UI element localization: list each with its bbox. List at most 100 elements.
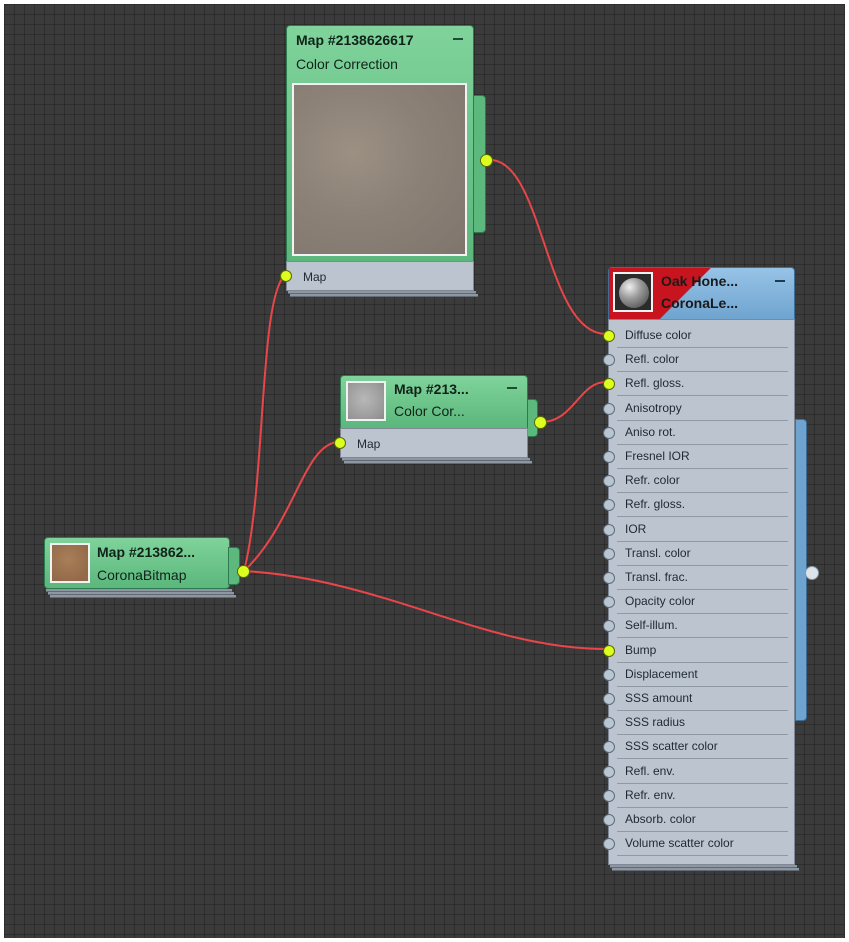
wire-bitmap-to-cc-mid bbox=[243, 441, 339, 572]
node-header[interactable]: Map #213... Color Cor... bbox=[340, 375, 528, 428]
slot-label: Self-illum. bbox=[625, 618, 678, 633]
slot-label: Volume scatter color bbox=[625, 836, 734, 851]
sphere-icon bbox=[613, 272, 653, 312]
output-socket[interactable] bbox=[534, 416, 547, 429]
material-slot-row[interactable]: Self-illum. bbox=[603, 614, 794, 639]
node-subtitle: CoronaBitmap bbox=[97, 567, 187, 583]
output-socket[interactable] bbox=[237, 565, 250, 578]
slot-divider bbox=[617, 855, 788, 857]
material-slot-row[interactable]: Diffuse color bbox=[603, 324, 794, 348]
material-slot-row[interactable]: Transl. frac. bbox=[603, 566, 794, 590]
material-slot-row[interactable]: Refr. gloss. bbox=[603, 493, 794, 518]
slot-input-socket[interactable] bbox=[603, 402, 615, 415]
slot-label: Absorb. color bbox=[625, 812, 696, 826]
wire-bitmap-to-cc-top bbox=[243, 275, 285, 572]
material-slot-row[interactable]: IOR bbox=[603, 518, 794, 542]
node-title: Map #213... bbox=[394, 381, 469, 397]
node-header[interactable]: Map #213862... CoronaBitmap bbox=[44, 537, 230, 589]
slot-label: Refl. color bbox=[625, 352, 680, 367]
slot-label: Map bbox=[303, 270, 327, 284]
material-slot-row[interactable]: Refr. env. bbox=[603, 784, 794, 808]
material-slot-row[interactable]: SSS scatter color bbox=[603, 735, 794, 760]
slot-input-socket[interactable] bbox=[603, 523, 615, 536]
material-slot-row[interactable]: Transl. color bbox=[603, 542, 794, 566]
slot-input-socket[interactable] bbox=[603, 354, 615, 367]
slot-label: IOR bbox=[625, 521, 647, 536]
node-slots: Map bbox=[334, 428, 528, 458]
slot-input-socket[interactable] bbox=[603, 644, 615, 657]
wire-cc-top-to-diffuse bbox=[486, 158, 607, 335]
material-slot-row[interactable]: Refl. gloss. bbox=[603, 372, 794, 397]
slot-input-socket[interactable] bbox=[603, 475, 615, 488]
material-slot-row[interactable]: Refl. color bbox=[603, 348, 794, 373]
node-subtitle: Color Correction bbox=[296, 56, 398, 72]
slot-input-socket[interactable] bbox=[603, 814, 615, 826]
node-stack-edge bbox=[612, 868, 799, 871]
material-slot-row[interactable]: Anisotropy bbox=[603, 397, 794, 421]
slot-label: Map bbox=[357, 437, 381, 451]
slot-input-socket[interactable] bbox=[603, 789, 615, 802]
node-canvas[interactable]: Map #2138626617 Color Correction Map Map… bbox=[4, 4, 845, 938]
slot-label: Anisotropy bbox=[625, 400, 682, 415]
material-slot-row[interactable]: Volume scatter color bbox=[603, 832, 794, 857]
collapse-icon[interactable] bbox=[507, 387, 517, 389]
slot-input-socket[interactable] bbox=[603, 741, 615, 754]
slot-label: Refr. env. bbox=[625, 787, 676, 802]
slot-label: SSS amount bbox=[625, 691, 693, 705]
collapse-icon[interactable] bbox=[453, 38, 463, 40]
map-input-socket[interactable] bbox=[334, 437, 346, 449]
slot-label: Refr. color bbox=[625, 473, 680, 488]
node-color-correction-mid[interactable]: Map #213... Color Cor... Map bbox=[334, 375, 547, 475]
slot-input-socket[interactable] bbox=[603, 717, 615, 730]
node-corona-material[interactable]: Oak Hone... CoronaLe... Diffuse color Ref… bbox=[603, 267, 819, 873]
material-slot-row[interactable]: Opacity color bbox=[603, 590, 794, 615]
slot-label: Fresnel IOR bbox=[625, 449, 690, 463]
slot-label: Refl. gloss. bbox=[625, 376, 685, 391]
slot-input-socket[interactable] bbox=[603, 693, 615, 705]
node-stack-edge bbox=[50, 595, 236, 598]
material-output-socket[interactable] bbox=[805, 566, 819, 580]
slot-label: SSS scatter color bbox=[625, 739, 718, 754]
node-title: Oak Hone... bbox=[661, 273, 739, 289]
slot-label: Displacement bbox=[625, 666, 698, 681]
slot-input-socket[interactable] bbox=[603, 426, 615, 439]
slot-label: Transl. color bbox=[625, 545, 691, 560]
map-preview-thumbnail bbox=[346, 381, 386, 421]
node-stack-edge bbox=[344, 461, 532, 464]
material-slot-row[interactable]: Displacement bbox=[603, 663, 794, 687]
slot-input-socket[interactable] bbox=[603, 499, 615, 512]
map-preview-thumbnail bbox=[50, 543, 90, 583]
collapse-icon[interactable] bbox=[775, 280, 785, 282]
material-slot-row[interactable]: Refl. env. bbox=[603, 760, 794, 784]
node-stack-edge bbox=[290, 294, 478, 297]
slot-input-socket[interactable] bbox=[603, 330, 615, 342]
map-preview-thumbnail bbox=[292, 83, 467, 256]
material-slot-row[interactable]: Absorb. color bbox=[603, 808, 794, 832]
material-slot-row[interactable]: Aniso rot. bbox=[603, 421, 794, 445]
node-header[interactable]: Map #2138626617 Color Correction bbox=[286, 25, 474, 261]
slot-input-socket[interactable] bbox=[603, 451, 615, 463]
slot-input-socket[interactable] bbox=[603, 838, 615, 851]
output-socket[interactable] bbox=[480, 154, 493, 167]
node-color-correction-top[interactable]: Map #2138626617 Color Correction Map bbox=[280, 25, 493, 305]
slot-input-socket[interactable] bbox=[603, 620, 615, 633]
material-slot-row[interactable]: SSS radius bbox=[603, 711, 794, 736]
slot-input-socket[interactable] bbox=[603, 765, 615, 778]
slot-input-socket[interactable] bbox=[603, 378, 615, 391]
wire-cc-mid-to-refl-gloss bbox=[540, 381, 607, 423]
slot-input-socket[interactable] bbox=[603, 547, 615, 560]
node-subtitle: Color Cor... bbox=[394, 403, 465, 419]
slot-input-socket[interactable] bbox=[603, 668, 615, 681]
slot-input-socket[interactable] bbox=[603, 572, 615, 584]
material-slot-row[interactable]: Bump bbox=[603, 639, 794, 663]
material-slot-row[interactable]: SSS amount bbox=[603, 687, 794, 711]
node-corona-bitmap[interactable]: Map #213862... CoronaBitmap bbox=[44, 537, 250, 607]
slot-label: Bump bbox=[625, 642, 657, 657]
material-slot-row[interactable]: Refr. color bbox=[603, 469, 794, 494]
node-header[interactable]: Oak Hone... CoronaLe... bbox=[608, 267, 795, 319]
slot-label: Refl. env. bbox=[625, 763, 675, 778]
slot-input-socket[interactable] bbox=[603, 596, 615, 609]
slot-label: SSS radius bbox=[625, 715, 686, 730]
material-slot-row[interactable]: Fresnel IOR bbox=[603, 445, 794, 469]
map-input-socket[interactable] bbox=[280, 270, 292, 282]
